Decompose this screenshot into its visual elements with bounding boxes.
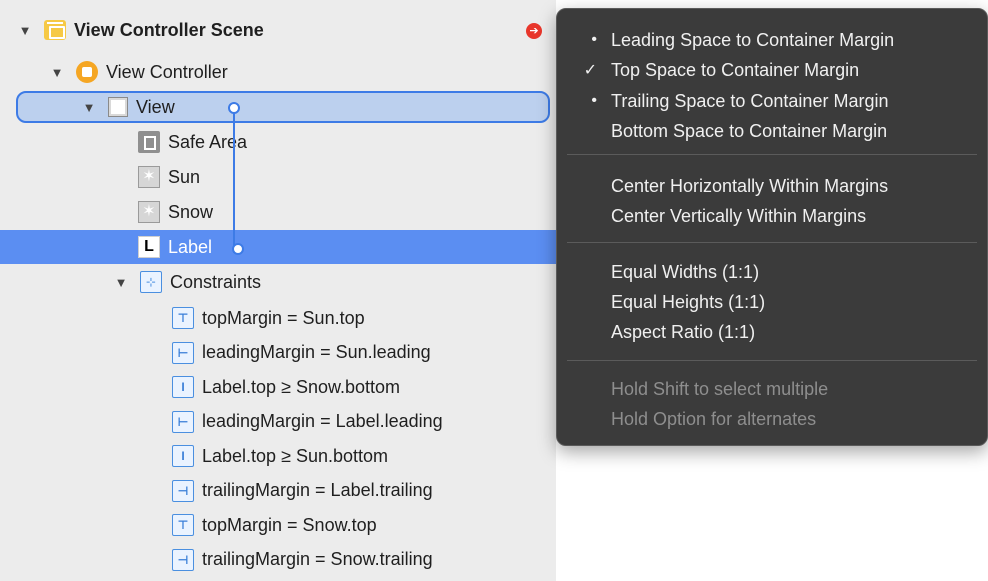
sun-label: Sun (168, 166, 201, 187)
menu-item[interactable]: Center Horizontally Within Margins (557, 171, 987, 201)
safe-area-label: Safe Area (168, 131, 248, 152)
constraint-row[interactable]: ⊤ topMargin = Snow.top (0, 508, 556, 542)
scene-label: View Controller Scene (74, 19, 264, 40)
constraint-row[interactable]: ⊣ trailingMargin = Label.trailing (0, 474, 556, 508)
view-icon (108, 97, 128, 117)
menu-item-label: Trailing Space to Container Margin (611, 90, 889, 111)
constraint-row[interactable]: ⊤ topMargin = Sun.top (0, 301, 556, 335)
outline-row-scene[interactable]: ▼ View Controller Scene ➔ (0, 13, 556, 47)
disclosure-triangle-icon[interactable]: ▼ (114, 275, 128, 290)
menu-item-label: Center Horizontally Within Margins (611, 175, 889, 196)
safe-area-icon (138, 131, 160, 153)
bullet-icon: • (591, 31, 597, 48)
menu-item[interactable]: Equal Widths (1:1) (557, 257, 987, 287)
constraint-icon: I (172, 445, 194, 467)
constraint-label: topMargin = Sun.top (202, 307, 365, 328)
menu-separator (567, 242, 977, 243)
constraint-label: trailingMargin = Label.trailing (202, 480, 433, 500)
constraint-popup-menu: • Leading Space to Container Margin ✓ Top S… (556, 8, 988, 446)
view-label: View (136, 96, 175, 117)
constraint-row[interactable]: I Label.top ≥ Snow.bottom (0, 370, 556, 404)
constraint-icon: I (172, 376, 194, 398)
constraint-icon: ⊢ (172, 410, 194, 433)
snow-label: Snow (168, 201, 214, 222)
outline-row-view-controller[interactable]: ▼ View Controller (0, 55, 556, 89)
outline-row-safe-area[interactable]: Safe Area (0, 125, 556, 159)
outline-row-constraints[interactable]: ▼ ⊹ Constraints (0, 265, 556, 299)
image-view-icon: ✶ (138, 166, 160, 188)
menu-item-label: Bottom Space to Container Margin (611, 120, 888, 141)
constraint-label: leadingMargin = Label.leading (202, 411, 443, 431)
menu-item[interactable]: Bottom Space to Container Margin (557, 116, 987, 146)
constraint-row[interactable]: ⊣ trailingMargin = Snow.trailing (0, 543, 556, 577)
label-label: Label (168, 236, 213, 257)
outline-row-view[interactable]: ▼ View (0, 90, 556, 124)
menu-item-label: Equal Widths (1:1) (611, 261, 760, 282)
menu-item-label: Leading Space to Container Margin (611, 29, 895, 50)
menu-item-label: Center Vertically Within Margins (611, 205, 867, 226)
constraint-icon: ⊢ (172, 341, 194, 364)
menu-hint-shift: Hold Shift to select multiple (611, 378, 829, 399)
menu-separator (567, 154, 977, 155)
disclosure-triangle-icon[interactable]: ▼ (50, 65, 64, 80)
constraints-group-icon: ⊹ (140, 271, 162, 293)
constraint-row[interactable]: I Label.top ≥ Sun.bottom (0, 439, 556, 473)
warning-arrow-icon[interactable]: ➔ (526, 23, 542, 39)
bullet-icon: • (591, 92, 597, 109)
constraint-label: Label.top ≥ Sun.bottom (202, 445, 389, 466)
view-controller-icon (76, 61, 98, 83)
constraint-row[interactable]: ⊢ leadingMargin = Label.leading (0, 405, 556, 439)
disclosure-triangle-icon[interactable]: ▼ (82, 100, 96, 115)
label-icon: L (138, 236, 160, 258)
menu-item[interactable]: • Leading Space to Container Margin (557, 25, 987, 55)
checkmark-icon: ✓ (583, 62, 597, 79)
constraint-label: topMargin = Snow.top (202, 514, 377, 535)
menu-item-label: Equal Heights (1:1) (611, 291, 766, 312)
view-controller-label: View Controller (106, 61, 228, 82)
constraint-icon: ⊤ (172, 514, 194, 536)
constraint-label: leadingMargin = Sun.leading (202, 342, 431, 362)
document-outline: ▼ View Controller Scene ➔ ▼ View Control… (0, 0, 556, 581)
constraint-icon: ⊤ (172, 307, 194, 329)
constraint-label: Label.top ≥ Snow.bottom (202, 376, 401, 397)
scene-icon (44, 20, 66, 40)
menu-item[interactable]: Center Vertically Within Margins (557, 201, 987, 231)
image-view-icon: ✶ (138, 201, 160, 223)
menu-hint-option: Hold Option for alternates (611, 408, 817, 429)
ctrl-drag-connection-line (233, 109, 235, 253)
menu-separator (567, 360, 977, 361)
constraint-icon: ⊣ (172, 479, 194, 502)
outline-row-snow[interactable]: ✶ Snow (0, 195, 556, 229)
constraint-row[interactable]: ⊢ leadingMargin = Sun.leading (0, 336, 556, 370)
menu-item[interactable]: • Trailing Space to Container Margin (557, 86, 987, 116)
menu-item-label: Aspect Ratio (1:1) (611, 321, 756, 342)
constraint-icon: ⊣ (172, 548, 194, 571)
disclosure-triangle-icon[interactable]: ▼ (18, 23, 32, 38)
constraints-label: Constraints (170, 271, 262, 292)
menu-item[interactable]: Equal Heights (1:1) (557, 287, 987, 317)
drag-start-handle (228, 102, 240, 114)
menu-item-label: Top Space to Container Margin (611, 59, 860, 80)
outline-row-label[interactable]: L Label (0, 230, 556, 264)
menu-item[interactable]: Aspect Ratio (1:1) (557, 317, 987, 347)
outline-row-sun[interactable]: ✶ Sun (0, 160, 556, 194)
constraint-label: trailingMargin = Snow.trailing (202, 549, 433, 569)
menu-item[interactable]: ✓ Top Space to Container Margin (557, 55, 987, 85)
drag-end-handle (232, 243, 244, 255)
